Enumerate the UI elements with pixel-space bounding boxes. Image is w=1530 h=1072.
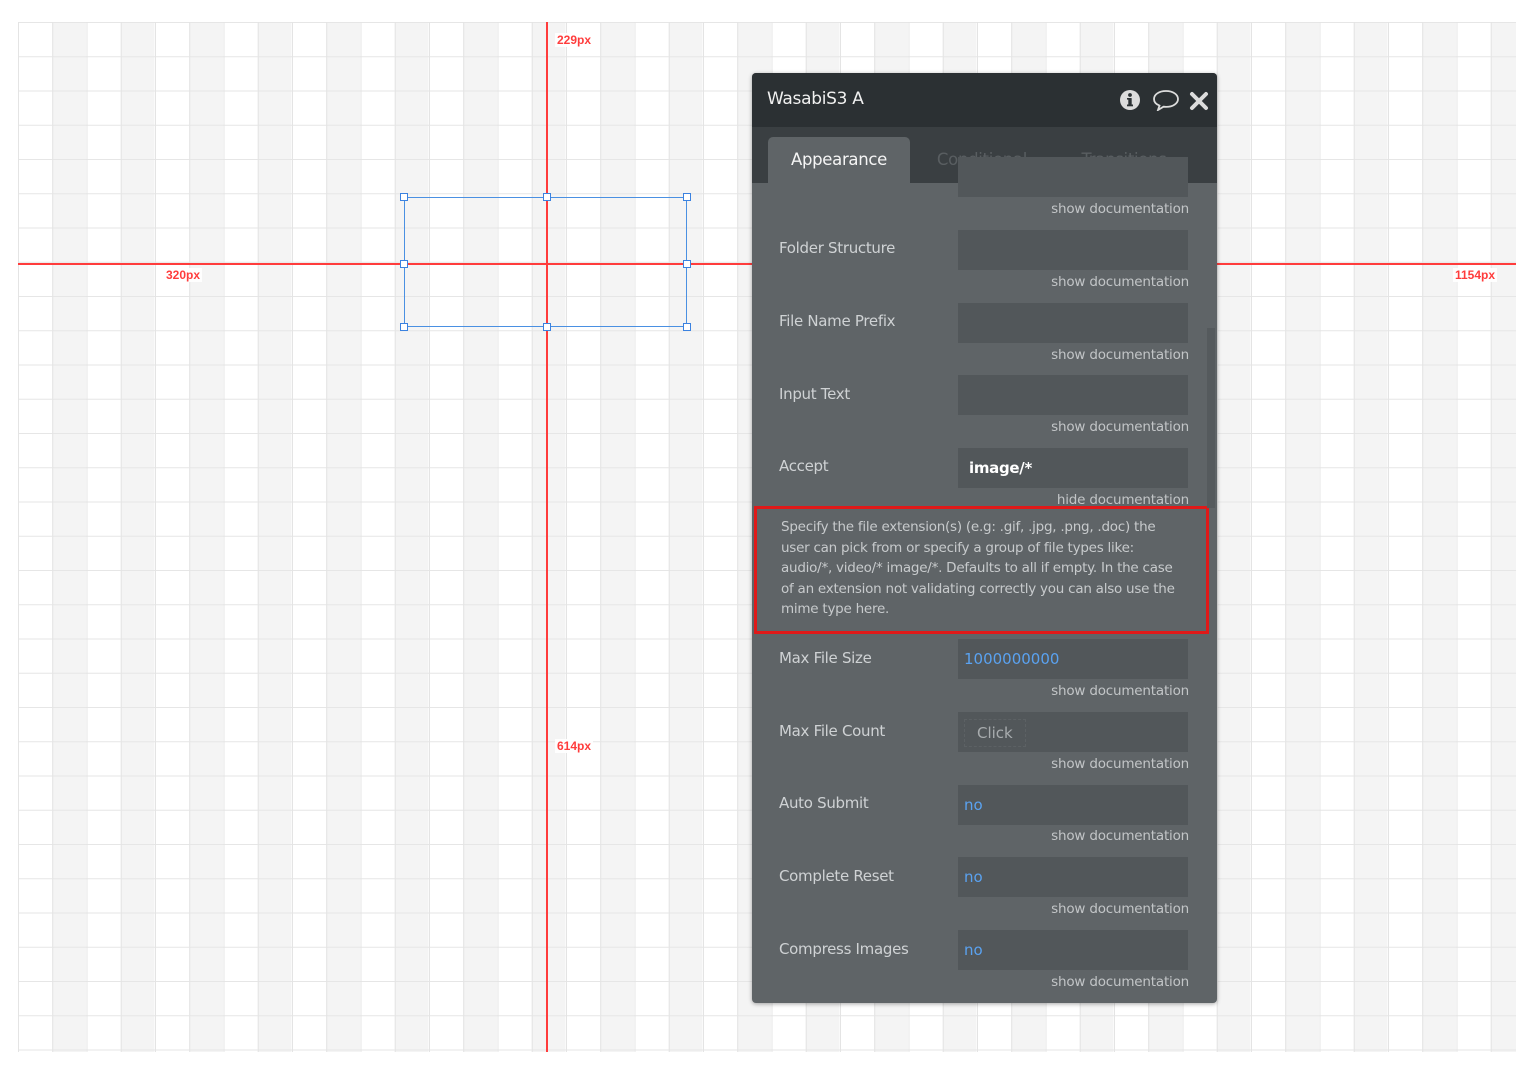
bottom-distance-label: 614px xyxy=(555,739,594,753)
resize-handle-bottom-right[interactable] xyxy=(683,323,691,331)
resize-handle-right[interactable] xyxy=(683,260,691,268)
folder-structure-input[interactable] xyxy=(958,230,1188,270)
panel-scrollbar[interactable] xyxy=(1207,328,1215,508)
max-file-size-input[interactable]: 1000000000 xyxy=(958,639,1188,679)
show-documentation-link[interactable]: show documentation xyxy=(1051,201,1189,217)
field-label-file-name-prefix: File Name Prefix xyxy=(779,312,896,330)
left-distance-label: 320px xyxy=(164,268,203,282)
top-distance-label: 229px xyxy=(555,33,594,47)
show-documentation-link[interactable]: show documentation xyxy=(1051,683,1189,699)
field-label-accept: Accept xyxy=(779,457,829,475)
show-documentation-link[interactable]: show documentation xyxy=(1051,419,1189,435)
complete-reset-dropdown[interactable]: no xyxy=(958,857,1188,897)
compress-images-dropdown[interactable]: no xyxy=(958,930,1188,970)
show-documentation-link[interactable]: show documentation xyxy=(1051,756,1189,772)
field-label-compress-images: Compress Images xyxy=(779,940,909,958)
tab-appearance[interactable]: Appearance xyxy=(768,137,910,183)
field-label-max-file-count: Max File Count xyxy=(779,722,885,740)
input-text-input[interactable] xyxy=(958,375,1188,415)
resize-handle-bottom-left[interactable] xyxy=(400,323,408,331)
show-documentation-link[interactable]: show documentation xyxy=(1051,274,1189,290)
field-label-complete-reset: Complete Reset xyxy=(779,867,894,885)
accept-documentation-text: Specify the file extension(s) (e.g: .gif… xyxy=(754,506,1209,634)
field-label-folder-structure: Folder Structure xyxy=(779,239,896,257)
max-file-count-input[interactable]: Click xyxy=(958,712,1188,752)
vertical-distance-guide xyxy=(546,22,548,1052)
show-documentation-link[interactable]: show documentation xyxy=(1051,901,1189,917)
info-icon[interactable] xyxy=(1119,89,1141,111)
panel-header[interactable]: WasabiS3 A xyxy=(752,73,1217,127)
resize-handle-top-right[interactable] xyxy=(683,193,691,201)
panel-content: show documentation Folder Structure show… xyxy=(752,157,1217,1003)
resize-handle-top[interactable] xyxy=(543,193,551,201)
panel-title: WasabiS3 A xyxy=(767,89,864,109)
auto-submit-dropdown[interactable]: no xyxy=(958,785,1188,825)
resize-handle-bottom[interactable] xyxy=(543,323,551,331)
property-editor-panel: WasabiS3 A Appearance Conditional Transi… xyxy=(752,73,1217,1003)
right-distance-label: 1154px xyxy=(1453,268,1498,282)
accept-input[interactable]: image/* xyxy=(958,448,1188,488)
close-icon[interactable] xyxy=(1189,89,1209,111)
file-name-prefix-input[interactable] xyxy=(958,303,1188,343)
field-label-input-text: Input Text xyxy=(779,385,850,403)
resize-handle-left[interactable] xyxy=(400,260,408,268)
show-documentation-link[interactable]: show documentation xyxy=(1051,828,1189,844)
show-documentation-link[interactable]: show documentation xyxy=(1051,347,1189,363)
resize-handle-top-left[interactable] xyxy=(400,193,408,201)
show-documentation-link[interactable]: show documentation xyxy=(1051,974,1189,990)
dynamic-expression-click-button[interactable]: Click xyxy=(964,719,1026,747)
field-label-auto-submit: Auto Submit xyxy=(779,794,869,812)
selected-element-wasabis3[interactable] xyxy=(404,197,687,327)
hidden-field-input[interactable] xyxy=(958,157,1188,197)
field-label-max-file-size: Max File Size xyxy=(779,649,872,667)
comment-icon[interactable] xyxy=(1152,89,1180,113)
